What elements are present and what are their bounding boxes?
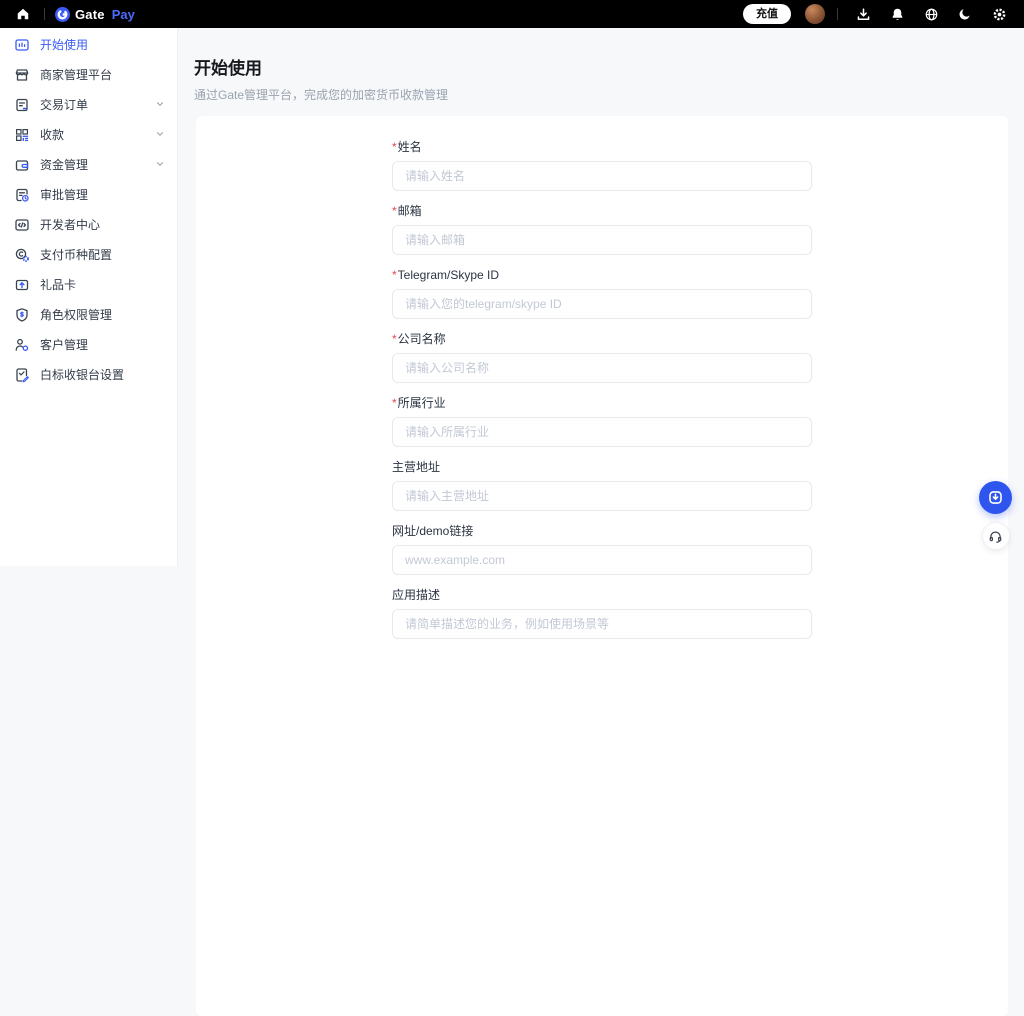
- form-field-website: 网址/demo链接: [392, 524, 812, 575]
- gate-pay-logo[interactable]: Gate Pay: [55, 7, 135, 22]
- sidebar-item-label: 开始使用: [40, 38, 88, 52]
- email-input[interactable]: [392, 225, 812, 255]
- telegram-skype-input[interactable]: [392, 289, 812, 319]
- order-document-icon: [14, 97, 30, 113]
- getting-started-icon: [14, 37, 30, 53]
- form-field-email: *邮箱: [392, 204, 812, 255]
- sidebar-item-role-permissions[interactable]: 角色权限管理: [0, 300, 177, 330]
- field-label: 应用描述: [392, 588, 812, 603]
- sidebar-item-currency-config[interactable]: 支付币种配置: [0, 240, 177, 270]
- coin-gear-icon: [14, 247, 30, 263]
- form-field-business-address: 主营地址: [392, 460, 812, 511]
- sidebar-item-label: 开发者中心: [40, 218, 100, 232]
- industry-input[interactable]: [392, 417, 812, 447]
- company-name-input[interactable]: [392, 353, 812, 383]
- moon-icon[interactable]: [952, 1, 978, 27]
- gear-icon[interactable]: [986, 1, 1012, 27]
- sidebar-item-label: 交易订单: [40, 98, 88, 112]
- field-label: 主营地址: [392, 460, 812, 475]
- form-field-company-name: *公司名称: [392, 332, 812, 383]
- sidebar-item-label: 资金管理: [40, 158, 88, 172]
- globe-icon[interactable]: [918, 1, 944, 27]
- sidebar-item-transaction-orders[interactable]: 交易订单: [0, 90, 177, 120]
- field-label: *姓名: [392, 140, 812, 155]
- customers-icon: [14, 337, 30, 353]
- code-icon: [14, 217, 30, 233]
- field-label: *Telegram/Skype ID: [392, 268, 812, 283]
- required-asterisk: *: [392, 332, 397, 346]
- shield-icon: [14, 307, 30, 323]
- sidebar-item-label: 收款: [40, 128, 64, 142]
- required-asterisk: *: [392, 396, 397, 410]
- page-subtitle: 通过Gate管理平台，完成您的加密货币收款管理: [194, 86, 1008, 103]
- header-divider: [44, 8, 45, 20]
- sidebar-item-merchant-platform[interactable]: 商家管理平台: [0, 60, 177, 90]
- field-label: *所属行业: [392, 396, 812, 411]
- logo-text-pay: Pay: [112, 7, 135, 22]
- sidebar-item-customer-management[interactable]: 客户管理: [0, 330, 177, 360]
- avatar[interactable]: [805, 4, 825, 24]
- chevron-down-icon: [155, 128, 165, 142]
- wallet-icon: [14, 157, 30, 173]
- sidebar-item-whitelabel-checkout[interactable]: 白标收银台设置: [0, 360, 177, 390]
- chevron-down-icon: [155, 98, 165, 112]
- field-label: *公司名称: [392, 332, 812, 347]
- field-label: 网址/demo链接: [392, 524, 812, 539]
- sidebar-item-label: 白标收银台设置: [40, 368, 124, 382]
- qr-code-icon: [14, 127, 30, 143]
- floating-actions: [979, 481, 1012, 550]
- required-asterisk: *: [392, 268, 397, 282]
- sidebar-item-label: 商家管理平台: [40, 68, 112, 82]
- sidebar-item-label: 支付币种配置: [40, 248, 112, 262]
- chevron-down-icon: [155, 158, 165, 172]
- download-icon[interactable]: [850, 1, 876, 27]
- edit-document-icon: [14, 367, 30, 383]
- sidebar-item-label: 角色权限管理: [40, 308, 112, 322]
- sidebar-item-approval-management[interactable]: 审批管理: [0, 180, 177, 210]
- form-card: *姓名 *邮箱 *Telegram/Skype ID *公司名称 *所属行业 主: [196, 116, 1008, 1016]
- website-input[interactable]: [392, 545, 812, 575]
- approval-clock-icon: [14, 187, 30, 203]
- business-address-input[interactable]: [392, 481, 812, 511]
- gift-card-icon: [14, 277, 30, 293]
- sidebar-item-collection[interactable]: 收款: [0, 120, 177, 150]
- home-icon[interactable]: [12, 3, 34, 25]
- name-input[interactable]: [392, 161, 812, 191]
- sidebar-item-fund-management[interactable]: 资金管理: [0, 150, 177, 180]
- sidebar-item-label: 客户管理: [40, 338, 88, 352]
- getting-started-form: *姓名 *邮箱 *Telegram/Skype ID *公司名称 *所属行业 主: [392, 140, 812, 639]
- form-field-industry: *所属行业: [392, 396, 812, 447]
- header-divider: [837, 8, 838, 20]
- main-content: 开始使用 通过Gate管理平台，完成您的加密货币收款管理 *姓名 *邮箱 *Te…: [178, 28, 1024, 566]
- sidebar-item-label: 礼品卡: [40, 278, 76, 292]
- required-asterisk: *: [392, 140, 397, 154]
- logo-text-gate: Gate: [75, 7, 105, 22]
- form-field-app-description: 应用描述: [392, 588, 812, 639]
- bell-icon[interactable]: [884, 1, 910, 27]
- top-header: Gate Pay 充值: [0, 0, 1024, 28]
- field-label: *邮箱: [392, 204, 812, 219]
- form-field-telegram-skype: *Telegram/Skype ID: [392, 268, 812, 319]
- page-title: 开始使用: [194, 54, 1008, 79]
- sidebar: 开始使用 商家管理平台 交易订单: [0, 28, 178, 566]
- sidebar-item-gift-card[interactable]: 礼品卡: [0, 270, 177, 300]
- headset-icon[interactable]: [982, 522, 1010, 550]
- gate-logo-icon: [55, 7, 70, 22]
- sidebar-item-getting-started[interactable]: 开始使用: [0, 30, 177, 60]
- form-field-name: *姓名: [392, 140, 812, 191]
- download-circle-icon[interactable]: [979, 481, 1012, 514]
- sidebar-item-label: 审批管理: [40, 188, 88, 202]
- required-asterisk: *: [392, 204, 397, 218]
- sidebar-item-developer-center[interactable]: 开发者中心: [0, 210, 177, 240]
- recharge-button[interactable]: 充值: [743, 4, 791, 24]
- storefront-icon: [14, 67, 30, 83]
- app-description-input[interactable]: [392, 609, 812, 639]
